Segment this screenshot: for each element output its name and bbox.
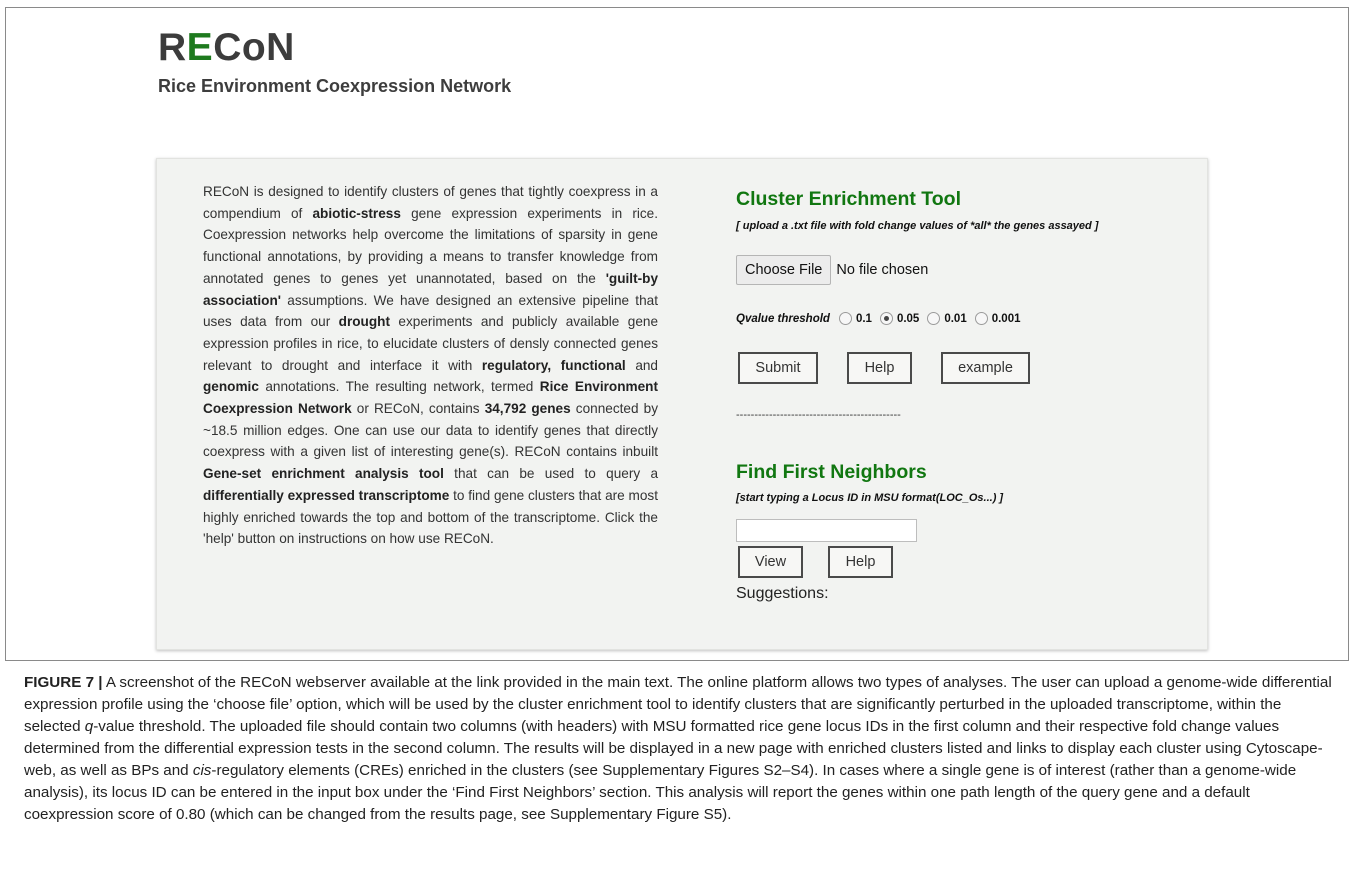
screenshot-frame: RECoN Rice Environment Coexpression Netw…: [5, 7, 1349, 661]
qvalue-label: Qvalue threshold: [736, 312, 830, 325]
view-button[interactable]: View: [738, 546, 803, 578]
choose-file-button[interactable]: Choose File: [736, 255, 832, 285]
qvalue-radio-0.05[interactable]: [879, 312, 893, 325]
neighbors-tool-note: [start typing a Locus ID in MSU format(L…: [736, 492, 1004, 504]
recon-description: RECoN is designed to identify clusters o…: [203, 181, 658, 550]
description-bold-text: abiotic-stress: [312, 205, 401, 221]
qvalue-radio-0.1[interactable]: [838, 312, 852, 325]
caption-text: cis: [192, 762, 212, 779]
neighbors-tool-title: Find First Neighbors: [736, 461, 927, 483]
qvalue-option-label: 0.05: [896, 312, 920, 325]
qvalue-option-label: 0.001: [991, 312, 1021, 325]
description-bold-text: differentially expressed transcriptome: [203, 487, 450, 503]
locus-id-input[interactable]: [736, 519, 917, 542]
cluster-tool-title: Cluster Enrichment Tool: [736, 188, 961, 210]
caption-text: -regulatory elements (CREs) enriched in …: [24, 762, 1297, 823]
recon-logo: RECoN: [158, 26, 295, 69]
section-divider: ----------------------------------------…: [736, 409, 901, 421]
submit-button[interactable]: Submit: [738, 352, 818, 384]
description-bold-text: genomic: [203, 379, 259, 395]
qvalue-radio-0.001[interactable]: [974, 312, 988, 325]
example-button[interactable]: example: [941, 352, 1030, 384]
no-file-chosen-text: No file chosen: [836, 262, 929, 278]
description-bold-text: 34,792 genes: [484, 401, 571, 417]
qvalue-radio-0.01[interactable]: [927, 312, 941, 325]
qvalue-option-label: 0.1: [855, 312, 872, 325]
site-tagline: Rice Environment Coexpression Network: [158, 76, 512, 96]
description-text: or RECoN, contains: [351, 401, 485, 417]
figure-caption: FIGURE 7 | A screenshot of the RECoN web…: [24, 672, 1342, 826]
figure-label: FIGURE 7 |: [24, 674, 103, 691]
main-panel: RECoN is designed to identify clusters o…: [156, 158, 1208, 650]
caption-text: q: [84, 718, 94, 735]
description-text: annotations. The resulting network, term…: [258, 379, 540, 395]
neighbors-help-button[interactable]: Help: [828, 546, 893, 578]
description-text: and: [625, 357, 658, 373]
cluster-tool-note: [ upload a .txt file with fold change va…: [736, 220, 1099, 232]
file-upload-row: Choose File No file chosen: [736, 255, 928, 285]
description-text: that can be used to query a: [443, 466, 659, 482]
description-bold-text: Gene-set enrichment analysis tool: [203, 466, 444, 482]
cluster-help-button[interactable]: Help: [847, 352, 912, 384]
description-bold-text: drought: [338, 314, 390, 330]
qvalue-option-label: 0.01: [944, 312, 967, 325]
description-bold-text: regulatory, functional: [481, 357, 626, 373]
qvalue-threshold-row: Qvalue threshold 0.1 0.05 0.01 0.001: [736, 312, 1025, 325]
suggestions-label: Suggestions:: [736, 585, 829, 602]
